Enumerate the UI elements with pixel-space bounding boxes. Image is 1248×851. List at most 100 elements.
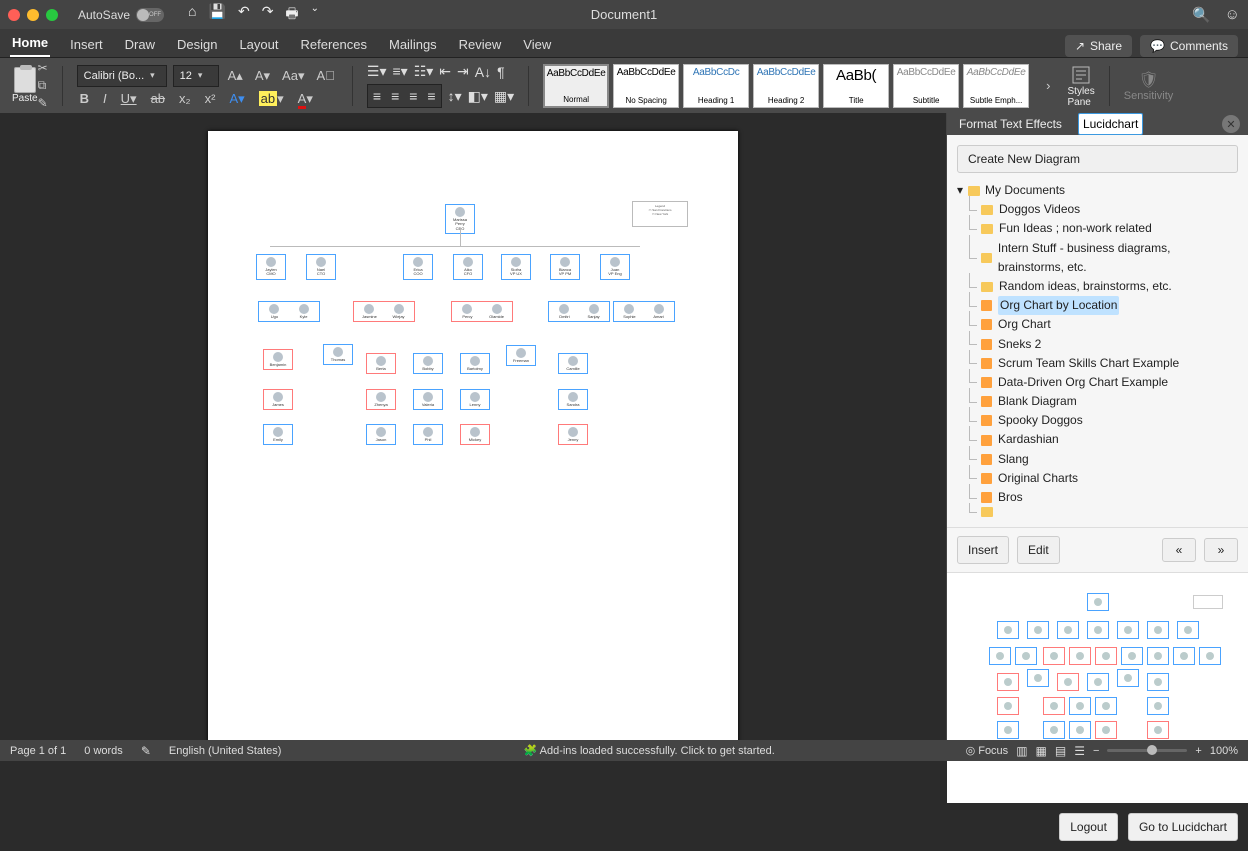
status-language[interactable]: English (United States) (169, 745, 282, 757)
dec-indent-button[interactable]: ⇤ (439, 63, 451, 80)
view-print-icon[interactable]: ▦ (1036, 744, 1047, 758)
next-page-button[interactable]: » (1204, 538, 1238, 562)
shading-button[interactable]: ◧▾ (468, 88, 488, 105)
share-button[interactable]: ↗ Share (1065, 35, 1132, 57)
window-zoom[interactable] (46, 9, 58, 21)
tree-root[interactable]: ▾ My Documents (957, 181, 1238, 200)
panel-tab-lucidchart[interactable]: Lucidchart (1078, 113, 1143, 135)
zoom-out-button[interactable]: − (1093, 745, 1099, 757)
edit-button[interactable]: Edit (1017, 536, 1060, 564)
copy-icon[interactable]: ⧉ (38, 78, 48, 93)
tree-item[interactable]: Fun Ideas ; non-work related (957, 219, 1238, 238)
status-words[interactable]: 0 words (84, 745, 123, 757)
redo-icon[interactable]: ↷ (262, 3, 274, 27)
tree-item[interactable]: Random ideas, brainstorms, etc. (957, 277, 1238, 296)
tab-draw[interactable]: Draw (123, 31, 157, 57)
strike-button[interactable]: ab (148, 91, 168, 106)
insert-button[interactable]: Insert (957, 536, 1009, 564)
paste-button[interactable]: Paste (12, 67, 38, 104)
zoom-level[interactable]: 100% (1210, 745, 1238, 757)
font-color-button[interactable]: A▾ (295, 91, 316, 107)
tab-view[interactable]: View (521, 31, 553, 57)
borders-button[interactable]: ▦▾ (494, 88, 514, 105)
bold-button[interactable]: B (77, 91, 92, 106)
align-right-button[interactable]: ≡ (404, 85, 422, 107)
tab-home[interactable]: Home (10, 29, 50, 57)
styles-more-icon[interactable]: › (1043, 78, 1053, 93)
view-web-icon[interactable]: ▤ (1055, 744, 1066, 758)
tree-item[interactable]: Spooky Doggos (957, 411, 1238, 430)
subscript-button[interactable]: x₂ (176, 91, 194, 106)
style-title[interactable]: AaBb(Title (823, 64, 889, 108)
tree-item[interactable]: Data-Driven Org Chart Example (957, 373, 1238, 392)
view-outline-icon[interactable]: ☰ (1074, 744, 1085, 758)
undo-icon[interactable]: ↶ (238, 3, 250, 27)
style-heading-2[interactable]: AaBbCcDdEeHeading 2 (753, 64, 819, 108)
tree-item[interactable]: Scrum Team Skills Chart Example (957, 354, 1238, 373)
font-size-select[interactable]: 12▾ (173, 65, 219, 87)
window-minimize[interactable] (27, 9, 39, 21)
change-case-icon[interactable]: Aa▾ (279, 68, 307, 84)
tab-review[interactable]: Review (457, 31, 504, 57)
style-subtitle[interactable]: AaBbCcDdEeSubtitle (893, 64, 959, 108)
tree-item[interactable]: Original Charts (957, 469, 1238, 488)
tab-insert[interactable]: Insert (68, 31, 105, 57)
tab-references[interactable]: References (299, 31, 369, 57)
view-read-icon[interactable]: ▥ (1016, 744, 1027, 758)
status-addins[interactable]: 🧩 Add-ins loaded successfully. Click to … (523, 744, 774, 757)
tree-item[interactable]: Sneks 2 (957, 335, 1238, 354)
align-left-button[interactable]: ≡ (368, 85, 386, 107)
italic-button[interactable]: I (100, 91, 110, 106)
tree-item[interactable]: Org Chart by Location (957, 296, 1238, 315)
grow-font-icon[interactable]: A▴ (225, 68, 246, 84)
status-page[interactable]: Page 1 of 1 (10, 745, 66, 757)
create-diagram-button[interactable]: Create New Diagram (957, 145, 1238, 173)
tree-item[interactable]: Blank Diagram (957, 392, 1238, 411)
shrink-font-icon[interactable]: A▾ (252, 68, 273, 84)
underline-button[interactable]: U▾ (118, 91, 140, 107)
spellcheck-icon[interactable]: ✎ (141, 744, 151, 758)
autosave-toggle[interactable]: OFF (136, 8, 164, 22)
styles-gallery[interactable]: AaBbCcDdEeNormalAaBbCcDdEeNo Spacing AaBb… (543, 64, 1029, 108)
tree-item[interactable]: Bros (957, 488, 1238, 507)
tree-item[interactable]: Doggos Videos (957, 200, 1238, 219)
panel-tab-format[interactable]: Format Text Effects (955, 114, 1066, 134)
goto-lucidchart-button[interactable]: Go to Lucidchart (1128, 813, 1238, 841)
tree-item[interactable]: Org Chart (957, 315, 1238, 334)
comments-button[interactable]: 💬 Comments (1140, 35, 1238, 57)
qat-dropdown-icon[interactable]: ⌄ (311, 3, 319, 27)
zoom-in-button[interactable]: + (1195, 745, 1201, 757)
bullets-button[interactable]: ☰▾ (367, 63, 387, 80)
sort-button[interactable]: A↓ (475, 64, 491, 80)
tree-item[interactable]: Kardashian (957, 430, 1238, 449)
format-painter-icon[interactable]: ✎ (38, 96, 48, 110)
tree-item-more[interactable] (957, 507, 1238, 517)
tab-mailings[interactable]: Mailings (387, 31, 439, 57)
tree-item[interactable]: Intern Stuff - business diagrams, brains… (957, 239, 1238, 277)
text-effects-button[interactable]: A▾ (226, 91, 247, 107)
tab-layout[interactable]: Layout (237, 31, 280, 57)
align-center-button[interactable]: ≡ (386, 85, 404, 107)
org-chart-diagram[interactable]: Legend▭ San Francisco▭ New York Marissa … (208, 131, 738, 740)
focus-mode-button[interactable]: ◎ Focus (966, 744, 1009, 757)
highlight-button[interactable]: ab▾ (256, 91, 287, 107)
print-icon[interactable]: 🖶 (285, 3, 298, 27)
pilcrow-button[interactable]: ¶ (497, 64, 505, 80)
window-close[interactable] (8, 9, 20, 21)
style-normal[interactable]: AaBbCcDdEeNormal (543, 64, 609, 108)
style-subtle-emph-[interactable]: AaBbCcDdEeSubtle Emph... (963, 64, 1029, 108)
multilevel-button[interactable]: ☷▾ (414, 63, 434, 80)
numbering-button[interactable]: ≡▾ (392, 63, 407, 80)
superscript-button[interactable]: x² (202, 91, 219, 106)
line-spacing-button[interactable]: ↕▾ (448, 88, 462, 105)
home-icon[interactable]: ⌂ (188, 3, 196, 27)
justify-button[interactable]: ≡ (422, 85, 440, 107)
font-name-select[interactable]: Calibri (Bo...▾ (77, 65, 167, 87)
tree-item[interactable]: Slang (957, 450, 1238, 469)
save-icon[interactable]: 💾 (209, 3, 226, 27)
zoom-slider[interactable] (1107, 749, 1187, 752)
document-canvas[interactable]: Legend▭ San Francisco▭ New York Marissa … (0, 113, 946, 740)
style-no-spacing[interactable]: AaBbCcDdEeNo Spacing (613, 64, 679, 108)
search-icon[interactable]: 🔍 (1192, 6, 1211, 24)
inc-indent-button[interactable]: ⇥ (457, 63, 469, 80)
